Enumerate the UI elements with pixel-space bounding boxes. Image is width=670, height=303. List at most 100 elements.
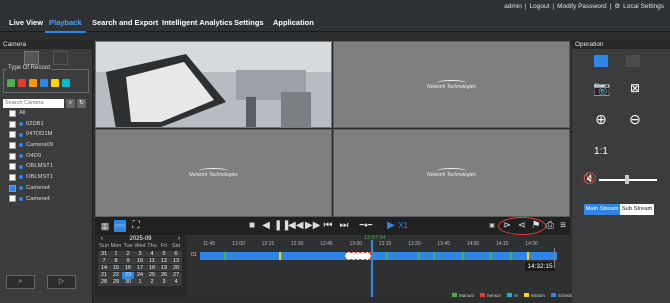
camera-list-item[interactable]: O4D9 — [0, 151, 92, 162]
info-tab-icon[interactable] — [626, 55, 640, 67]
calendar-day[interactable]: 16 — [122, 264, 134, 272]
camera-checkbox[interactable] — [9, 131, 16, 139]
calendar-day[interactable]: 31 — [98, 250, 110, 257]
nav-live-view[interactable]: Live View — [5, 14, 47, 31]
ai-record-toggle[interactable] — [62, 79, 70, 87]
calendar-day[interactable]: 4 — [146, 250, 158, 257]
camera-list-item[interactable]: 02DB1 — [0, 119, 92, 130]
calendar-day[interactable]: 3 — [158, 279, 170, 286]
calendar-day[interactable]: 17 — [134, 264, 146, 272]
calendar-day[interactable]: 30 — [122, 279, 134, 286]
camera-checkbox[interactable] — [9, 195, 16, 203]
fast-icon[interactable]: ▶▶ — [305, 220, 320, 232]
playhead-line[interactable] — [371, 240, 373, 297]
event-record-toggle[interactable] — [29, 79, 37, 87]
calendar-day[interactable]: 13 — [170, 257, 182, 265]
play-all-icon[interactable]: ▷ — [47, 275, 76, 289]
camera-checkbox[interactable] — [9, 141, 16, 149]
modify-password-link[interactable]: Modify Password — [557, 3, 607, 10]
mute-icon[interactable]: 🔇 — [582, 171, 598, 187]
calendar-day[interactable]: 29 — [110, 279, 122, 286]
video-tile-2[interactable]: Network Technologies — [333, 41, 570, 128]
camera-checkbox[interactable] — [9, 184, 16, 192]
calendar-day[interactable]: 21 — [98, 272, 110, 279]
camera-list-item[interactable]: Camera09 — [0, 140, 92, 151]
operation-tab-icon[interactable] — [594, 55, 608, 67]
camera-snapshot-icon[interactable]: 📷 — [593, 80, 610, 96]
calendar-day[interactable]: 22 — [110, 272, 122, 279]
nav-intelligent-analytics[interactable]: Intelligent Analytics — [158, 14, 237, 31]
calendar-day[interactable]: 12 — [158, 257, 170, 265]
calendar-day[interactable]: 5 — [158, 250, 170, 257]
camera-checkbox[interactable] — [9, 173, 16, 181]
timeline-track[interactable] — [200, 252, 557, 260]
local-settings-link[interactable]: Local Settings — [623, 3, 664, 10]
calendar-day[interactable]: 26 — [158, 272, 170, 279]
snapshot-icon[interactable]: ▣ — [486, 220, 498, 232]
nav-settings[interactable]: Settings — [230, 14, 268, 31]
camera-list-item[interactable]: 04TDD1M — [0, 129, 92, 140]
calendar-day[interactable]: 23 — [122, 272, 134, 279]
prev-frame-icon[interactable]: ⏮ — [322, 220, 334, 232]
calendar-day[interactable]: 2 — [122, 250, 134, 257]
zoom-in-icon[interactable]: ⊕ — [593, 111, 609, 127]
video-tile-1[interactable] — [95, 41, 332, 128]
video-tile-4[interactable]: Network Technologies — [333, 129, 570, 217]
original-ratio-icon[interactable]: 1:1 — [593, 144, 609, 160]
main-stream-button[interactable]: Main Stream — [584, 204, 620, 215]
schedule-record-toggle[interactable] — [40, 79, 48, 87]
video-tile-3[interactable]: Network Technologies — [95, 129, 332, 217]
manual-record-toggle[interactable] — [7, 79, 15, 87]
search-icon[interactable]: ⌕ — [66, 99, 75, 108]
fullscreen-icon[interactable]: ⛶ — [130, 220, 142, 232]
close-audio-icon[interactable]: ⊠ — [627, 80, 643, 96]
calendar-day[interactable]: 4 — [170, 279, 182, 286]
list-icon[interactable]: ≡ — [557, 220, 569, 232]
camera-list-tab-icon[interactable] — [24, 51, 39, 65]
calendar-day[interactable]: 11 — [146, 257, 158, 265]
camera-search-input[interactable]: Search Camera — [3, 99, 64, 108]
calendar-day[interactable]: 20 — [170, 264, 182, 272]
next-frame-icon[interactable]: ⏭ — [338, 220, 350, 232]
calendar-day[interactable]: 18 — [146, 264, 158, 272]
stop-icon[interactable]: ■ — [246, 220, 258, 232]
nav-search-export[interactable]: Search and Export — [88, 14, 162, 31]
refresh-icon[interactable]: ↻ — [77, 99, 86, 108]
camera-checkbox[interactable] — [9, 109, 16, 117]
calendar-day[interactable]: 6 — [170, 250, 182, 257]
next-month-icon[interactable]: › — [178, 235, 180, 243]
search-icon[interactable]: ⌕ — [6, 275, 35, 289]
camera-list-item[interactable]: All — [0, 108, 92, 119]
calendar-day[interactable]: 28 — [98, 279, 110, 286]
sub-stream-button[interactable]: Sub Stream — [620, 204, 654, 215]
reverse-play-icon[interactable]: ◀ — [260, 220, 272, 232]
calendar-day[interactable]: 25 — [146, 272, 158, 279]
camera-list-item[interactable]: Camera4 — [0, 183, 92, 194]
camera-list-item[interactable]: OBLMST1 — [0, 161, 92, 172]
calendar-day[interactable]: 10 — [134, 257, 146, 265]
sensor-record-toggle[interactable] — [18, 79, 26, 87]
calendar-day[interactable]: 15 — [110, 264, 122, 272]
calendar-day[interactable]: 19 — [158, 264, 170, 272]
calendar-day[interactable]: 8 — [110, 257, 122, 265]
prev-month-icon[interactable]: ‹ — [101, 235, 103, 243]
speed-slider[interactable]: ━●━ — [355, 220, 377, 232]
camera-list-item[interactable]: OBLMST1 — [0, 172, 92, 183]
calendar-day[interactable]: 24 — [134, 272, 146, 279]
pause-icon[interactable]: ❚❚ — [274, 220, 291, 232]
logout-link[interactable]: Logout — [530, 3, 550, 10]
calendar-day[interactable]: 14 — [98, 264, 110, 272]
nav-application[interactable]: Application — [269, 14, 318, 31]
camera-list-item[interactable]: Camera4 — [0, 194, 92, 205]
group-tab-icon[interactable] — [53, 51, 68, 65]
calendar-day[interactable]: 7 — [98, 257, 110, 265]
calendar-day[interactable]: 1 — [134, 279, 146, 286]
nav-playback[interactable]: Playback — [45, 14, 86, 33]
camera-checkbox[interactable] — [9, 163, 16, 171]
multi-screen-icon[interactable]: ▭▭ — [114, 220, 126, 232]
calendar-day[interactable]: 2 — [146, 279, 158, 286]
zoom-out-icon[interactable]: ⊖ — [627, 111, 643, 127]
slow-icon[interactable]: ◀◀ — [288, 220, 303, 232]
camera-checkbox[interactable] — [9, 152, 16, 160]
calendar-day[interactable]: 1 — [110, 250, 122, 257]
